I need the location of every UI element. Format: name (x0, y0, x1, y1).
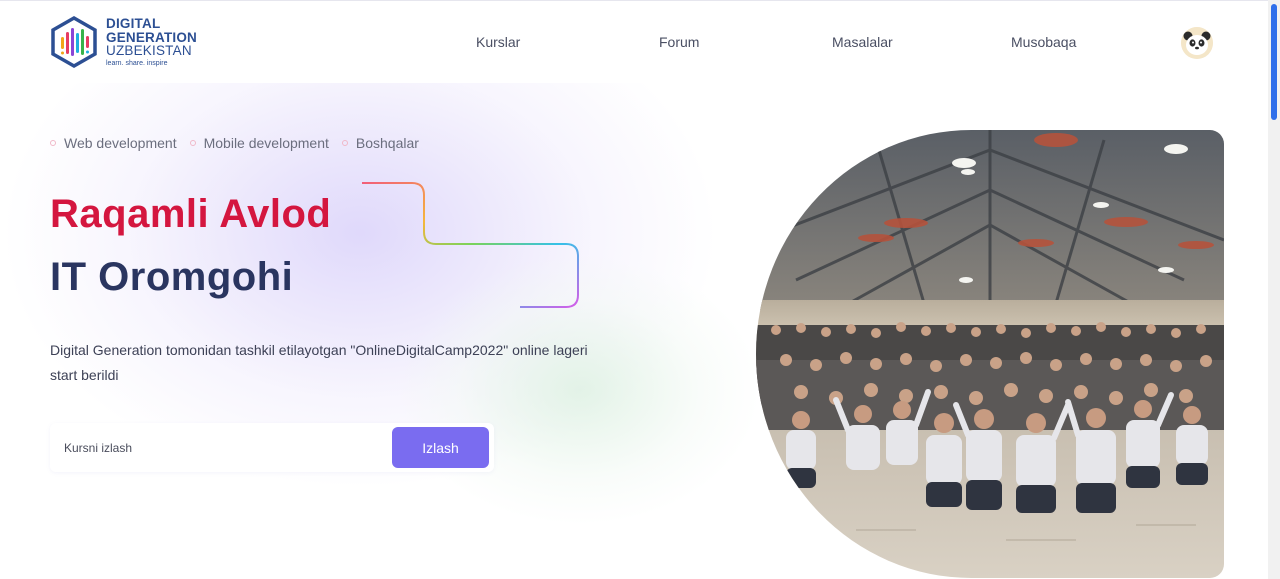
category-dot-icon (50, 140, 56, 146)
logo-line-generation: GENERATION (106, 29, 198, 45)
page-scrollbar[interactable] (1268, 0, 1280, 579)
scrollbar-thumb[interactable] (1271, 4, 1277, 120)
nav-musobaqa[interactable]: Musobaqa (1011, 34, 1076, 50)
nav-masalalar[interactable]: Masalalar (832, 34, 893, 50)
decorative-gradient-line (362, 182, 579, 308)
logo-text: DIGITAL GENERATION UZBEKISTAN learn. sha… (106, 17, 197, 67)
search-button[interactable]: Izlash (392, 427, 489, 468)
category-label: Mobile development (203, 135, 329, 151)
logo-line-uzbekistan: UZBEKISTAN (106, 43, 192, 59)
category-label: Web development (64, 135, 177, 151)
category-list: Web development Mobile development Boshq… (50, 135, 432, 151)
panda-avatar-icon (1181, 27, 1213, 59)
avatar[interactable] (1181, 27, 1213, 59)
course-search-box: Izlash (50, 423, 494, 472)
category-dot-icon (341, 140, 348, 146)
category-label: Boshqalar (355, 135, 419, 151)
logo-tagline: learn. share. inspire (106, 59, 168, 67)
hero-background-glow (0, 83, 760, 579)
category-web-development[interactable]: Web development (50, 135, 177, 151)
nav-forum[interactable]: Forum (659, 34, 699, 50)
hero-title-line2: IT Oromgohi (50, 255, 294, 299)
hero-photo (756, 130, 1224, 578)
category-dot-icon (189, 140, 196, 146)
category-boshqalar[interactable]: Boshqalar (341, 135, 419, 151)
site-header: DIGITAL GENERATION UZBEKISTAN learn. sha… (0, 0, 1268, 83)
camp-group-photo (756, 130, 1224, 578)
hexagon-logo-icon (51, 15, 97, 69)
hero-description: Digital Generation tomonidan tashkil eti… (50, 342, 588, 383)
hero-title-line1: Raqamli Avlod (50, 192, 332, 236)
nav-kurslar[interactable]: Kurslar (476, 34, 520, 50)
course-search-input[interactable] (50, 423, 385, 472)
category-mobile-development[interactable]: Mobile development (189, 135, 329, 151)
site-logo[interactable]: DIGITAL GENERATION UZBEKISTAN learn. sha… (49, 14, 209, 70)
logo-line-digital: DIGITAL (106, 16, 161, 32)
